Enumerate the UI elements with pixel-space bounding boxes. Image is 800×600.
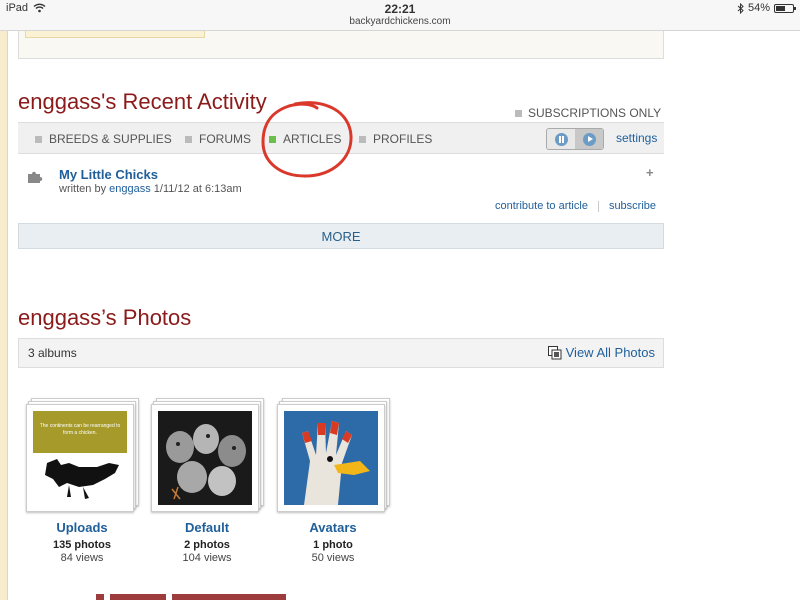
article-actions: contribute to article subscribe <box>495 200 656 212</box>
author-link[interactable]: enggass <box>109 183 151 195</box>
subscriptions-only-toggle[interactable]: SUBSCRIPTIONS ONLY <box>515 106 661 120</box>
tab-breeds-supplies[interactable]: BREEDS & SUPPLIES <box>35 132 172 146</box>
album-views: 84 views <box>60 552 104 564</box>
byline-prefix: written by <box>59 183 107 195</box>
album-name[interactable]: Uploads <box>24 520 140 535</box>
album-photo-count: 1 photo <box>313 539 353 551</box>
status-right: 54% <box>737 2 796 14</box>
album-avatars[interactable]: Avatars 1 photo 50 views <box>275 398 391 564</box>
previous-section-box <box>18 31 664 59</box>
action-divider <box>597 200 599 212</box>
chicken-map-image <box>45 459 119 499</box>
address-bar[interactable]: backyardchickens.com <box>0 16 800 27</box>
battery-fill <box>776 5 785 11</box>
play-icon <box>582 132 596 146</box>
more-button[interactable]: MORE <box>18 223 664 249</box>
album-photo-count: 2 photos <box>184 539 230 551</box>
tab-indicator <box>359 135 366 143</box>
article-byline: written by enggass 1/11/12 at 6:13am <box>59 183 242 195</box>
article-title-link[interactable]: My Little Chicks <box>59 167 158 182</box>
view-all-photos-label: View All Photos <box>565 345 655 360</box>
status-bar: iPad 22:21 backyardchickens.com 54% <box>0 0 800 31</box>
battery-percent: 54% <box>747 2 770 14</box>
avatars-thumbnail <box>284 411 378 505</box>
album-views: 104 views <box>182 552 232 564</box>
tab-forums[interactable]: FORUMS <box>185 132 251 146</box>
puzzle-icon <box>28 171 43 183</box>
recent-activity-title: enggass's Recent Activity <box>18 89 267 114</box>
pause-button[interactable] <box>547 129 575 149</box>
uploads-thumbnail: The continents can be rearranged to form… <box>33 411 127 505</box>
photos-stack-icon <box>547 345 562 359</box>
album-default[interactable]: Default 2 photos 104 views <box>149 398 265 564</box>
album-name[interactable]: Default <box>149 520 265 535</box>
albums-count: 3 albums <box>28 346 77 360</box>
checkbox-icon[interactable] <box>515 109 522 117</box>
article-date: 1/11/12 at 6:13am <box>153 183 242 195</box>
clock: 22:21 <box>384 2 416 16</box>
next-section-heading-cutoff <box>96 590 296 600</box>
playback-controls <box>546 128 604 150</box>
subscribe-link[interactable]: subscribe <box>609 200 656 212</box>
settings-link[interactable]: settings <box>616 131 657 145</box>
photos-title: enggass’s Photos <box>18 305 192 330</box>
stack-front: The continents can be rearranged to form… <box>26 404 134 512</box>
tab-label: PROFILES <box>373 132 433 146</box>
stack-front <box>151 404 259 512</box>
album-photo-count: 135 photos <box>52 539 112 551</box>
battery-icon <box>774 3 796 13</box>
previous-section-inner <box>25 31 205 38</box>
tab-label: FORUMS <box>199 132 251 146</box>
tab-label: BREEDS & SUPPLIES <box>49 132 172 146</box>
view-all-photos-link[interactable]: View All Photos <box>547 345 655 360</box>
contribute-link[interactable]: contribute to article <box>495 200 588 212</box>
bluetooth-icon <box>737 2 744 14</box>
album-name[interactable]: Avatars <box>275 520 391 535</box>
tab-indicator <box>185 135 192 143</box>
album-thumbnail-stack[interactable]: The continents can be rearranged to form… <box>25 398 139 512</box>
album-uploads[interactable]: The continents can be rearranged to form… <box>24 398 140 564</box>
tab-indicator <box>35 135 42 143</box>
pause-icon <box>554 132 568 146</box>
chicks-image <box>166 424 246 500</box>
play-button[interactable] <box>575 129 603 149</box>
thumbnail-caption: The continents can be rearranged to form… <box>39 423 121 436</box>
cutoff-heading-strokes <box>96 594 286 600</box>
hand-chicken-image <box>302 421 370 505</box>
annotation-circle <box>261 101 353 178</box>
album-views: 50 views <box>311 552 355 564</box>
album-thumbnail-stack[interactable] <box>276 398 390 512</box>
album-thumbnail-stack[interactable] <box>150 398 264 512</box>
subscriptions-only-label: SUBSCRIPTIONS ONLY <box>528 106 662 120</box>
default-thumbnail <box>158 411 252 505</box>
albums-bar: 3 albums View All Photos <box>18 338 664 368</box>
stack-front <box>277 404 385 512</box>
left-edge-bar <box>0 31 8 600</box>
plus-icon[interactable]: + <box>646 166 654 179</box>
tab-profiles[interactable]: PROFILES <box>359 132 432 146</box>
